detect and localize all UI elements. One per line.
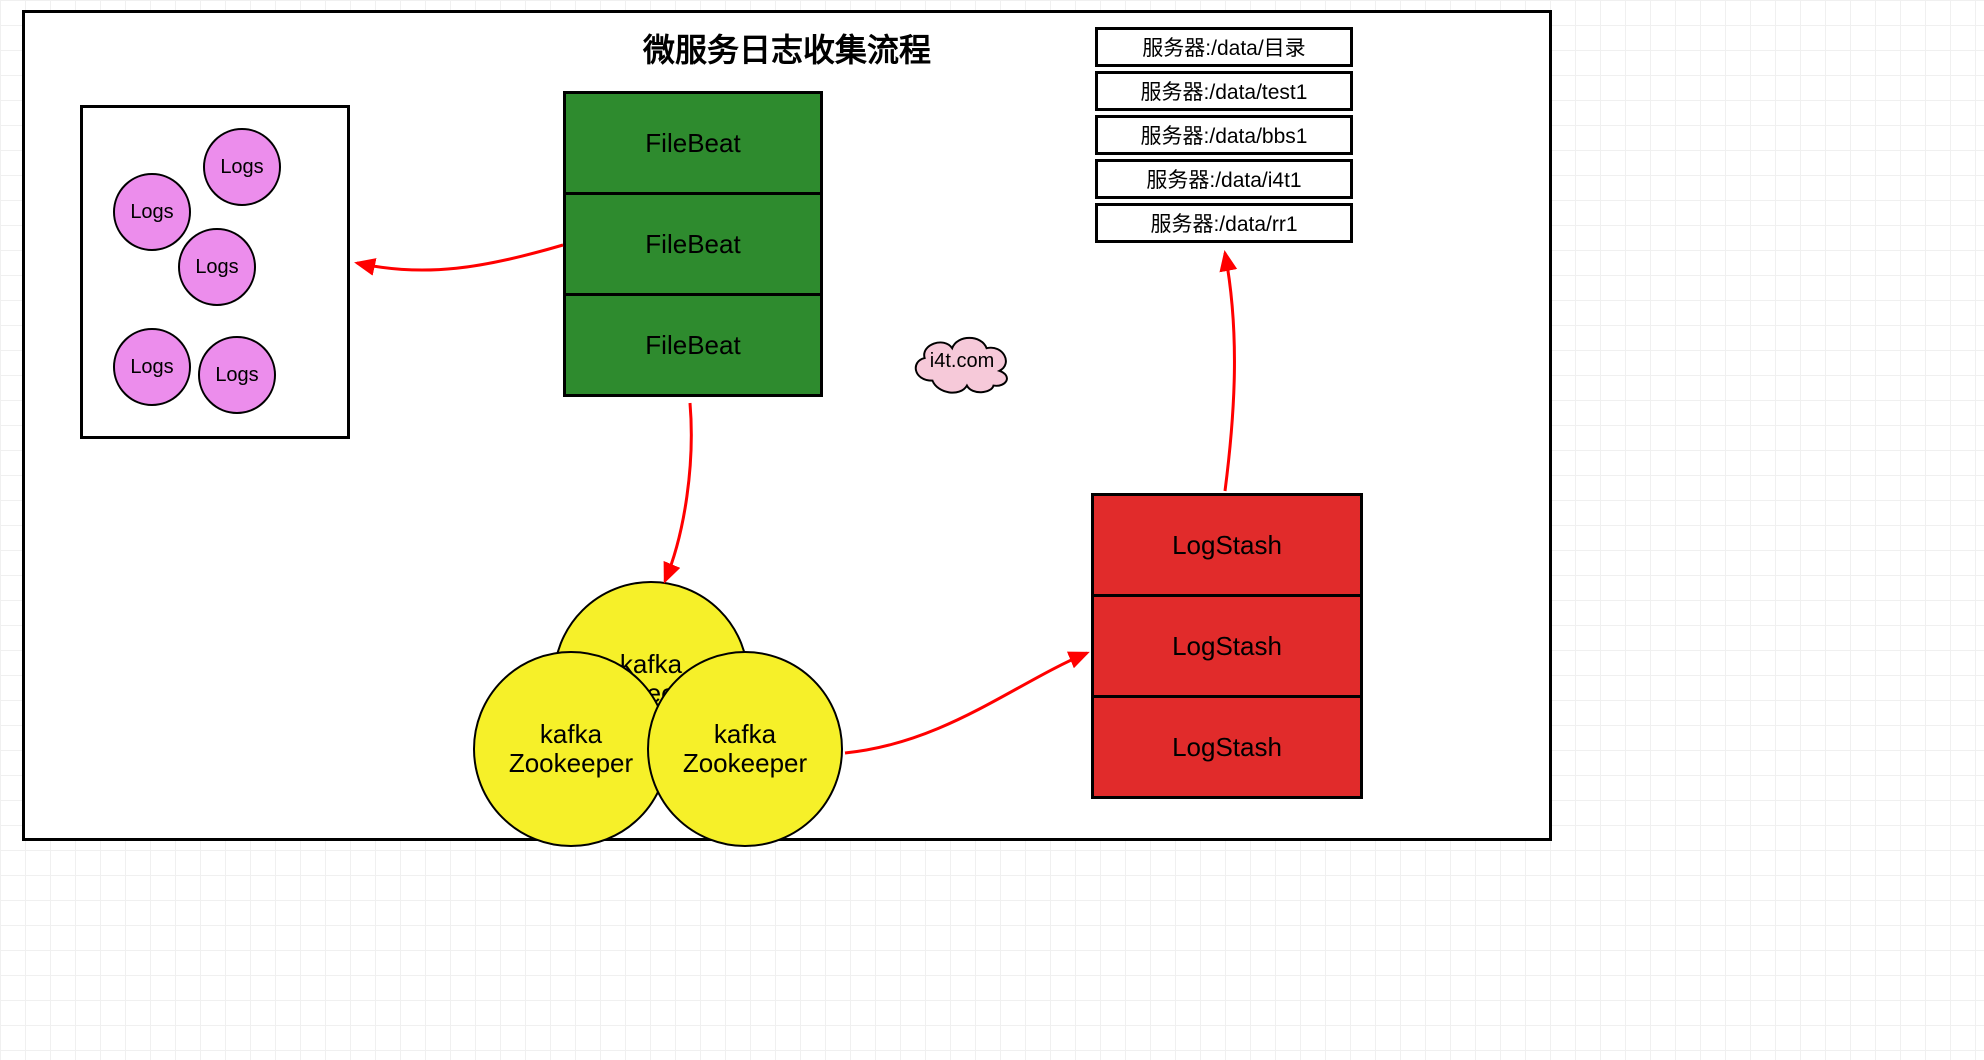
logstash-label: LogStash [1172, 631, 1282, 662]
server-label: 服务器:/data/rr1 [1150, 208, 1297, 238]
logs-label: Logs [220, 156, 263, 179]
server-label: 服务器:/data/test1 [1141, 76, 1308, 106]
server-label: 服务器:/data/i4t1 [1146, 164, 1301, 194]
cloud-label: i4t.com [930, 350, 994, 373]
logs-node: Logs [113, 173, 191, 251]
logs-label: Logs [215, 364, 258, 387]
logs-node: Logs [203, 128, 281, 206]
kafka-node: kafka Zookeeper [647, 651, 843, 847]
arrow-filebeat-to-kafka [665, 403, 691, 581]
logstash-label: LogStash [1172, 732, 1282, 763]
cloud-shape: i4t.com [903, 326, 1021, 396]
server-row: 服务器:/data/rr1 [1095, 203, 1353, 243]
server-row: 服务器:/data/目录 [1095, 27, 1353, 67]
filebeat-label: FileBeat [645, 229, 740, 260]
kafka-label-line1: kafka [540, 720, 602, 749]
filebeat-node: FileBeat [563, 192, 823, 296]
server-list: 服务器:/data/目录 服务器:/data/test1 服务器:/data/b… [1095, 23, 1353, 243]
filebeat-label: FileBeat [645, 330, 740, 361]
filebeat-node: FileBeat [563, 293, 823, 397]
server-label: 服务器:/data/bbs1 [1141, 120, 1308, 150]
arrow-logstash-to-servers [1225, 253, 1234, 491]
filebeat-node: FileBeat [563, 91, 823, 195]
server-row: 服务器:/data/test1 [1095, 71, 1353, 111]
logs-container: Logs Logs Logs Logs Logs [80, 105, 350, 439]
logs-label: Logs [130, 201, 173, 224]
logs-node: Logs [198, 336, 276, 414]
logs-label: Logs [130, 356, 173, 379]
server-row: 服务器:/data/i4t1 [1095, 159, 1353, 199]
server-row: 服务器:/data/bbs1 [1095, 115, 1353, 155]
arrow-kafka-to-logstash [845, 653, 1087, 753]
kafka-label-line2: Zookeeper [509, 749, 633, 778]
filebeat-stack: FileBeat FileBeat FileBeat [563, 91, 823, 403]
logstash-label: LogStash [1172, 530, 1282, 561]
kafka-label-line1: kafka [714, 720, 776, 749]
logs-node: Logs [113, 328, 191, 406]
logs-node: Logs [178, 228, 256, 306]
logstash-node: LogStash [1091, 695, 1363, 799]
logstash-node: LogStash [1091, 493, 1363, 597]
logstash-node: LogStash [1091, 594, 1363, 698]
arrow-filebeat-to-logs [357, 245, 563, 270]
logs-label: Logs [195, 256, 238, 279]
diagram-frame: 微服务日志收集流程 Logs Logs Logs Logs Logs FileB… [22, 10, 1552, 841]
server-label: 服务器:/data/目录 [1142, 32, 1305, 62]
kafka-label-line2: Zookeeper [683, 749, 807, 778]
kafka-node: kafka Zookeeper [473, 651, 669, 847]
filebeat-label: FileBeat [645, 128, 740, 159]
logstash-stack: LogStash LogStash LogStash [1091, 493, 1363, 799]
